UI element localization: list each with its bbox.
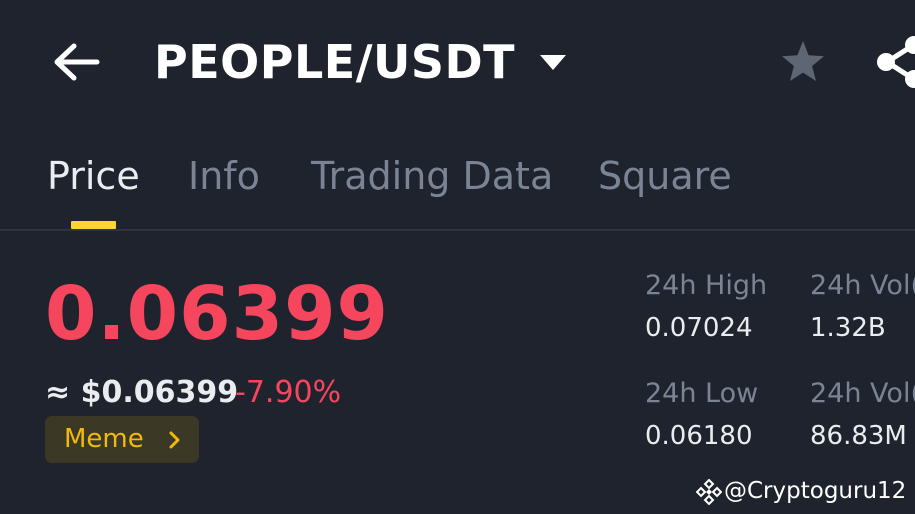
vol-24h-quote-label: 24h Vol( xyxy=(810,378,915,409)
market-detail-screen: PEOPLE/USDT Price Info Trading Data Squa… xyxy=(0,0,915,514)
price-change-percent: -7.90% xyxy=(235,375,342,410)
tab-info[interactable]: Info xyxy=(188,150,260,202)
tabs-divider xyxy=(0,229,915,231)
share-icon[interactable] xyxy=(874,36,915,88)
star-icon[interactable] xyxy=(779,38,827,86)
high-24h-value: 0.07024 xyxy=(645,313,753,343)
meme-tag-button[interactable]: Meme xyxy=(45,416,199,463)
active-tab-indicator xyxy=(71,221,116,229)
vol-24h-quote-value: 86.83M xyxy=(810,421,907,451)
vol-24h-base-value: 1.32B xyxy=(810,313,886,343)
watermark-text: @Cryptoguru12 xyxy=(724,478,907,504)
pair-title[interactable]: PEOPLE/USDT xyxy=(154,30,515,94)
volume-stats-column: 24h Vol( 1.32B 24h Vol( 86.83M xyxy=(810,260,915,460)
tag-label: Meme xyxy=(64,424,144,454)
arrow-left-icon[interactable] xyxy=(50,40,102,84)
binance-logo-icon xyxy=(696,479,722,505)
usd-equivalent-price: ≈ $0.06399 xyxy=(45,375,239,410)
tab-trading-data[interactable]: Trading Data xyxy=(311,150,553,202)
chevron-right-icon xyxy=(169,431,180,449)
low-24h-label: 24h Low xyxy=(645,378,759,409)
vol-24h-base-label: 24h Vol( xyxy=(810,270,915,301)
tab-price[interactable]: Price xyxy=(47,150,140,202)
last-price: 0.06399 xyxy=(45,271,390,357)
caret-down-icon[interactable] xyxy=(538,52,568,72)
high-24h-label: 24h High xyxy=(645,270,768,301)
low-24h-value: 0.06180 xyxy=(645,421,753,451)
tab-square[interactable]: Square xyxy=(598,150,732,202)
